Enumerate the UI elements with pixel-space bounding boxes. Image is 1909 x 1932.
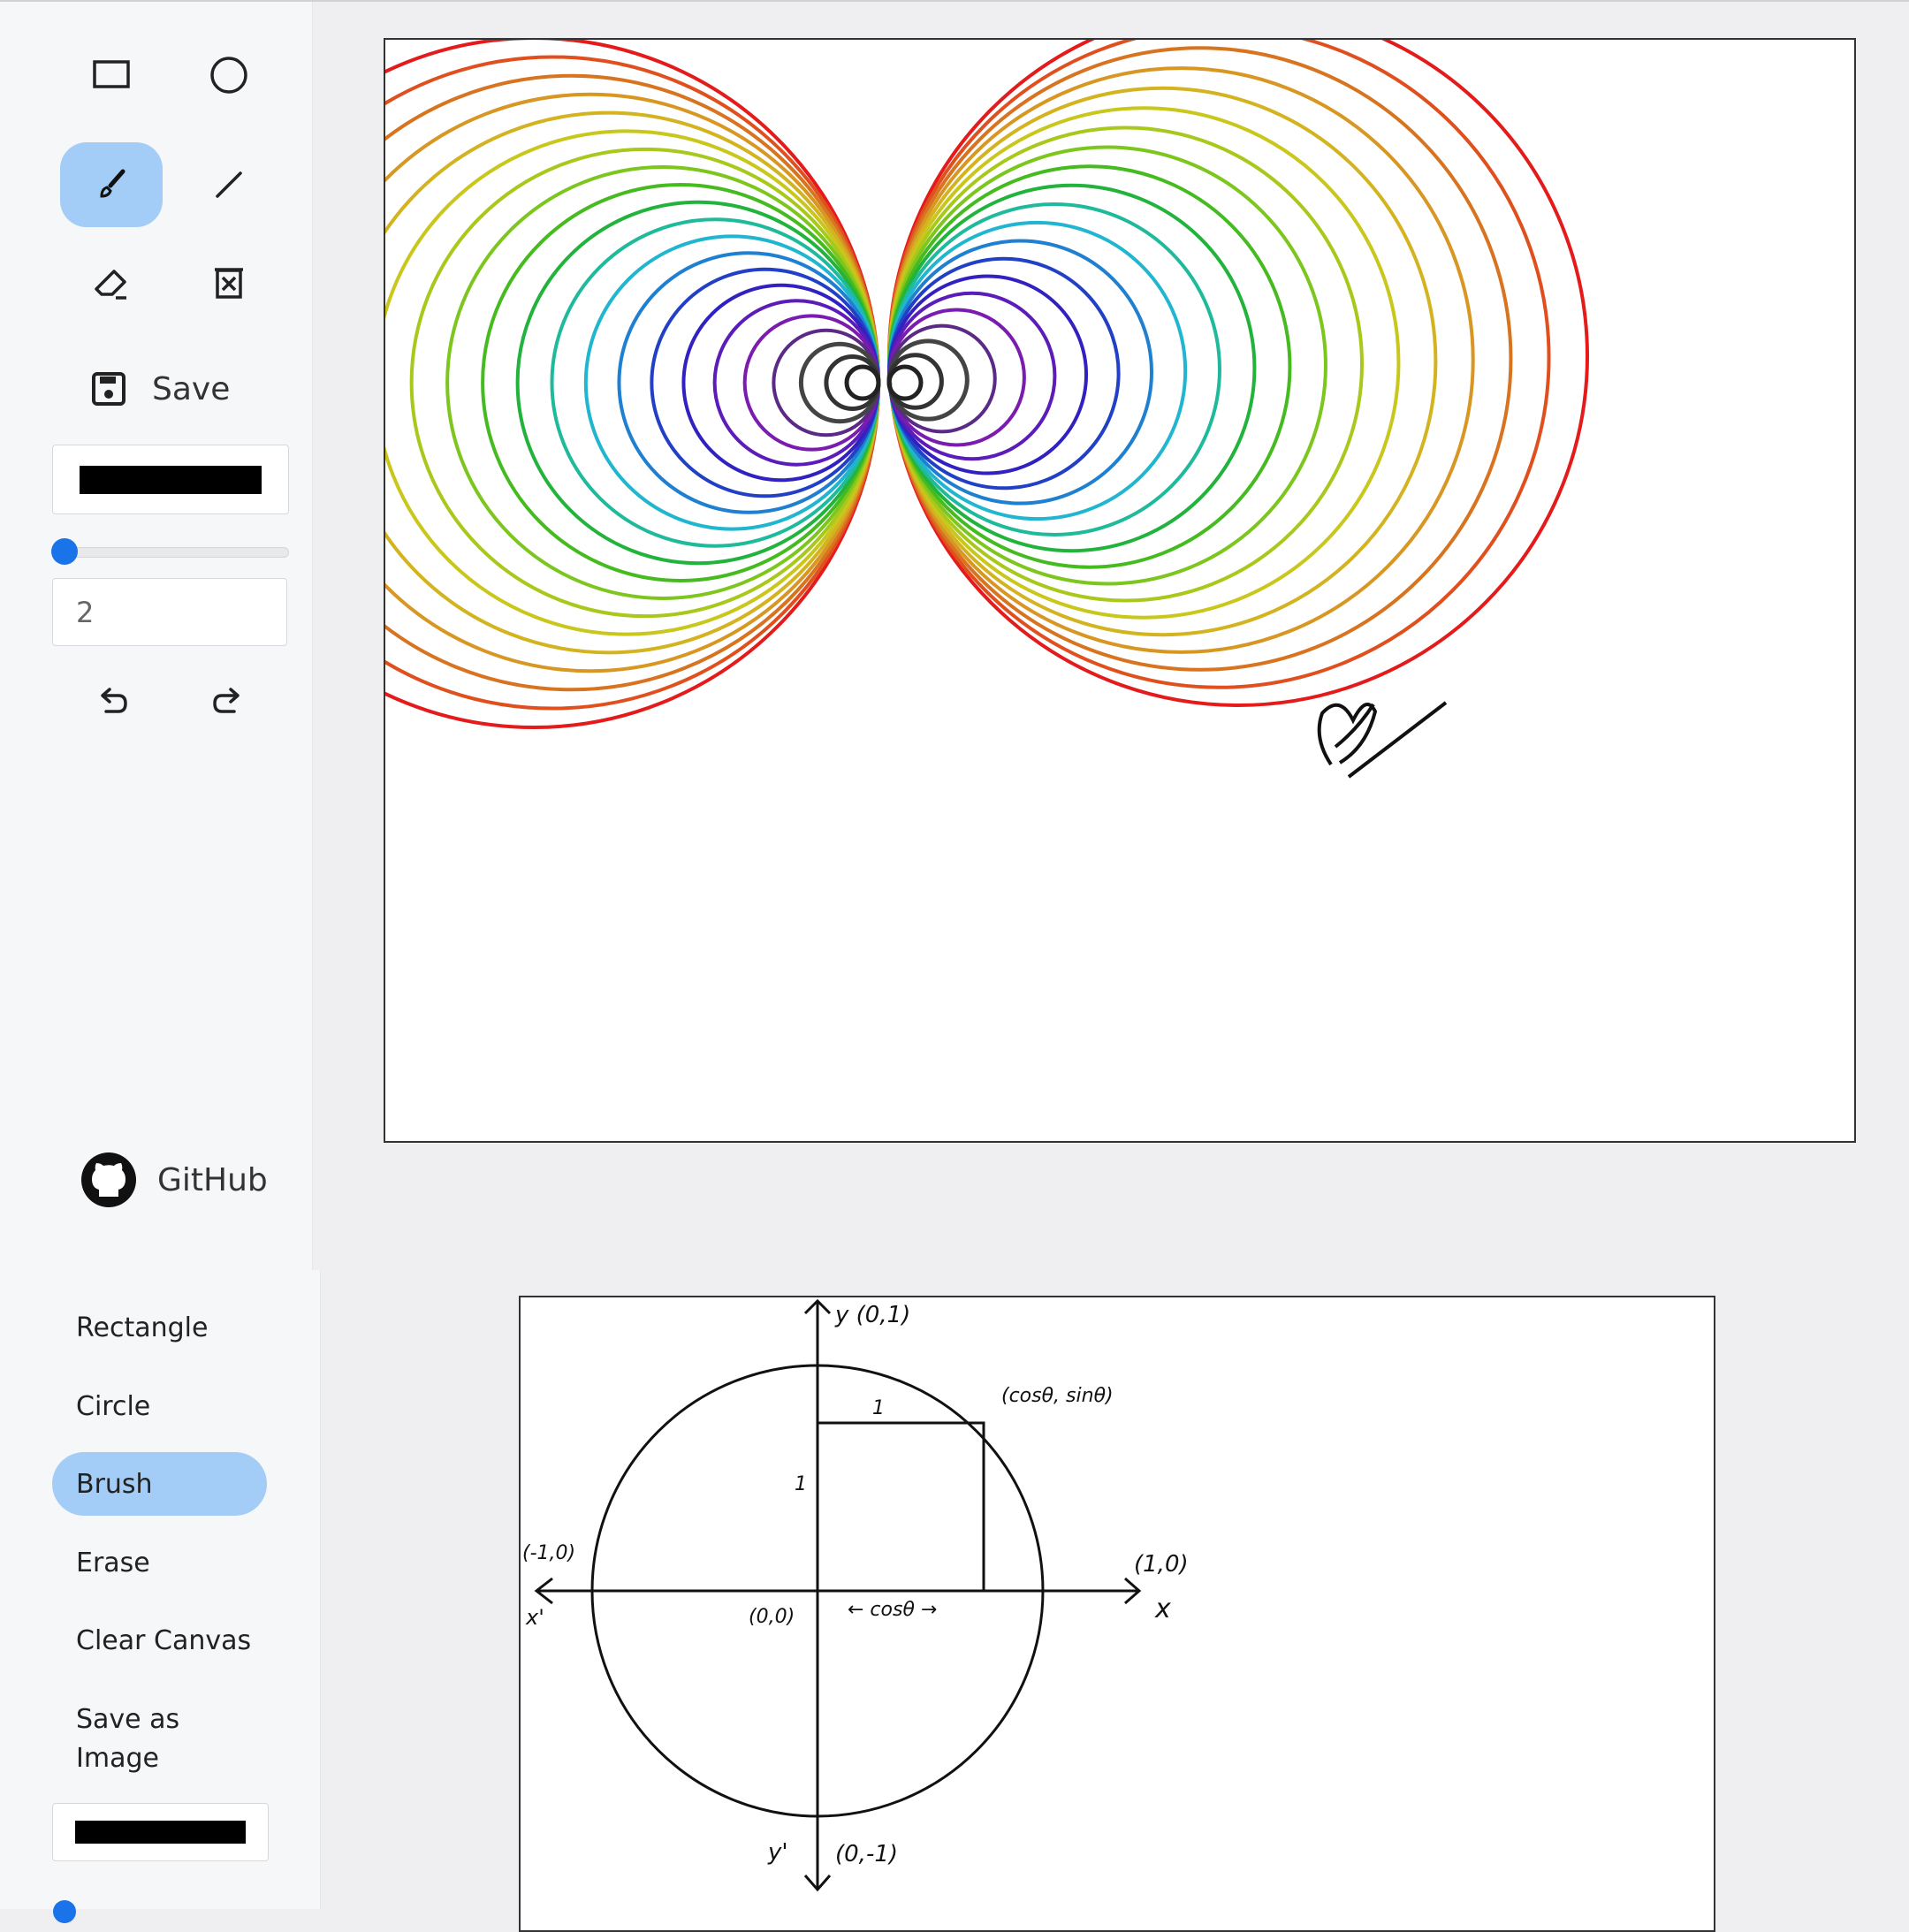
menu-item-erase[interactable]: Erase [52, 1531, 267, 1594]
menu-item-rectangle[interactable]: Rectangle [52, 1296, 267, 1359]
eraser-tool[interactable] [60, 240, 163, 325]
rainbow-circle-right [887, 183, 1257, 553]
x-neg-point-label: (-1,0) [522, 1542, 575, 1564]
rainbow-circle-left [712, 299, 880, 467]
x-axis-label: x [1154, 1594, 1171, 1624]
save-button[interactable]: Save [88, 364, 230, 414]
brush-tool[interactable] [60, 142, 163, 227]
github-label: GitHub [157, 1161, 268, 1198]
diagram-canvas[interactable]: y (0,1) y' (0,-1) x x' (1,0) (-1,0) (0,0… [519, 1296, 1715, 1932]
brush-icon [100, 169, 125, 198]
x-neg-label: x' [525, 1605, 544, 1630]
rainbow-circle-right [886, 364, 924, 401]
rainbow-circle-left [681, 283, 880, 483]
rainbow-circle-left [742, 314, 881, 452]
floppy-disk-icon [92, 372, 125, 406]
y-neg-label: y' [767, 1839, 788, 1866]
rainbow-circle-right [887, 164, 1292, 569]
rainbow-circle-left [583, 234, 880, 531]
y-axis-label: y (0,1) [834, 1302, 910, 1328]
line-tool[interactable] [178, 142, 280, 227]
menu-item-clear-canvas[interactable]: Clear Canvas [52, 1609, 267, 1672]
rectangle-icon [93, 60, 130, 88]
rainbow-circle-left [385, 40, 880, 729]
rainbow-circle-left [445, 165, 880, 600]
left-side-label: 1 [795, 1473, 807, 1495]
trash-icon [215, 268, 243, 299]
rectangle-tool[interactable] [60, 33, 163, 118]
clear-tool[interactable] [178, 240, 280, 325]
y-neg-point-label: (0,-1) [835, 1841, 898, 1867]
point-label: (cosθ, sinθ) [1001, 1385, 1114, 1407]
rainbow-circles-drawing [385, 40, 1589, 779]
cos-sin-rectangle [816, 1421, 985, 1593]
rainbow-circle-right [887, 291, 1057, 461]
slider-thumb[interactable] [51, 538, 78, 565]
color-swatch-2 [75, 1821, 246, 1844]
redo-icon [213, 688, 240, 713]
rainbow-circle-left [385, 55, 880, 711]
x-pos-point-label: (1,0) [1134, 1551, 1189, 1578]
color-swatch [80, 465, 262, 494]
save-label: Save [152, 370, 231, 407]
slider-track [53, 547, 289, 558]
drawing-canvas[interactable] [384, 38, 1856, 1143]
eraser-icon [95, 270, 126, 300]
unit-circle-diagram: y (0,1) y' (0,-1) x x' (1,0) (-1,0) (0,0… [522, 1298, 1189, 1892]
rainbow-circle-right [887, 66, 1475, 654]
undo-button[interactable] [76, 666, 147, 736]
brush-size-slider[interactable] [51, 538, 289, 565]
redo-button[interactable] [194, 666, 264, 736]
rainbow-circle-right [886, 353, 944, 410]
cos-label: ← cosθ → [848, 1599, 937, 1621]
rainbow-circle-right [887, 220, 1188, 521]
brush-size-input[interactable]: 2 [52, 578, 287, 646]
circle-icon [210, 57, 247, 94]
color-picker[interactable] [52, 445, 289, 514]
rainbow-circle-right [886, 338, 970, 422]
github-icon [81, 1152, 136, 1207]
menu-item-circle[interactable]: Circle [52, 1374, 267, 1438]
signature-scribble [1317, 701, 1448, 779]
undo-icon [101, 688, 127, 713]
circle-tool[interactable] [178, 33, 280, 118]
menu-item-brush[interactable]: Brush [52, 1452, 267, 1516]
menu-item-save-as-image[interactable]: Save as Image [52, 1695, 229, 1784]
rainbow-circle-left [385, 129, 880, 636]
color-picker-2[interactable] [52, 1803, 269, 1861]
rainbow-circle-left [824, 354, 881, 412]
rainbow-circle-left [798, 341, 881, 424]
origin-label: (0,0) [749, 1606, 795, 1628]
rainbow-circle-left [844, 364, 881, 401]
slider-thumb-2[interactable] [53, 1900, 76, 1923]
top-side-label: 1 [872, 1397, 885, 1419]
github-link[interactable]: GitHub [80, 1151, 268, 1209]
line-icon [216, 171, 242, 198]
rainbow-circle-right [887, 308, 1026, 447]
